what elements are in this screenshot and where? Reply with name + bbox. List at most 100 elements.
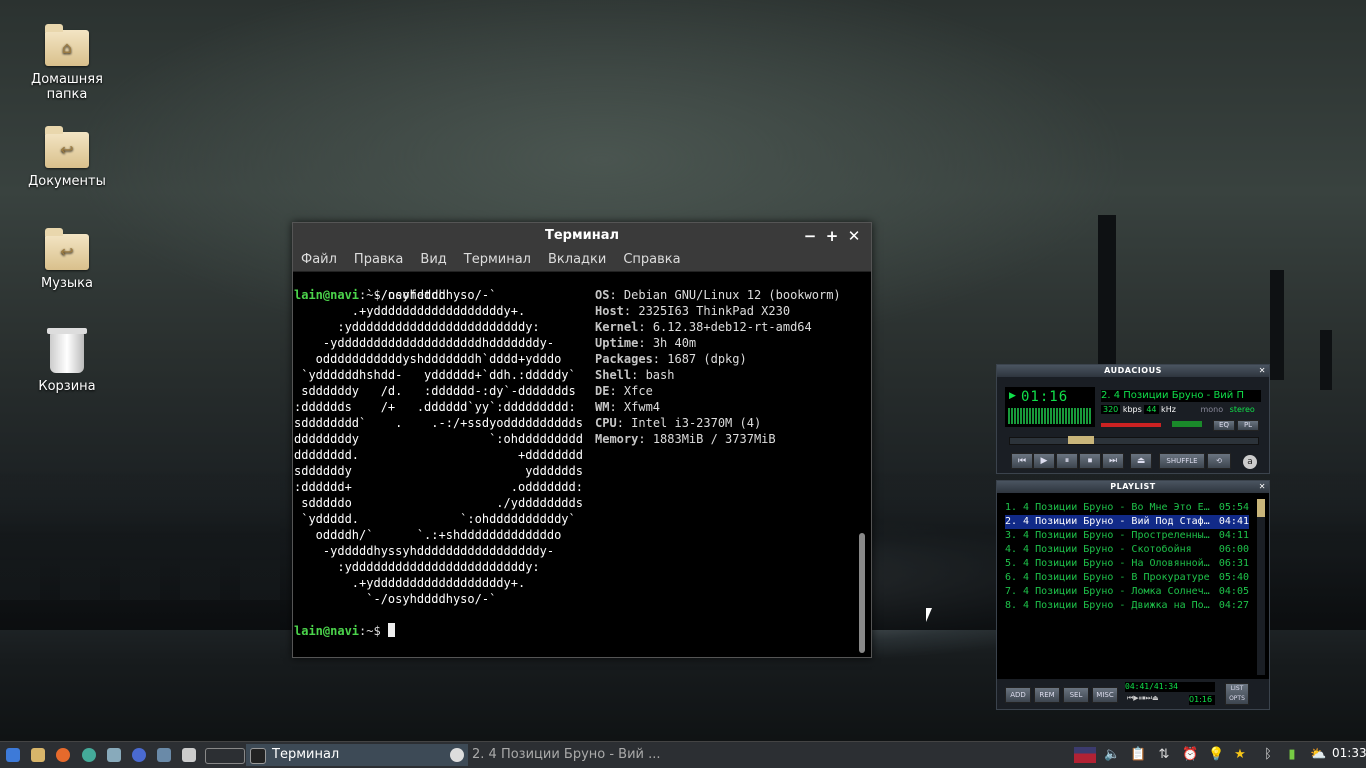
playlist-row[interactable]: 6. 4 Позиции Бруно - В Прокуратуре 05:40 xyxy=(1005,571,1249,585)
playlist-toggle-button[interactable]: PL xyxy=(1237,420,1259,431)
web-browser-icon[interactable] xyxy=(82,748,96,762)
app-icon[interactable] xyxy=(132,748,146,762)
track-title: 3. 4 Позиции Бруно - Простреленны… xyxy=(1005,530,1210,541)
prompt-line[interactable]: lain@navi:~$ xyxy=(294,623,395,639)
audacious-logo-icon[interactable]: a xyxy=(1243,455,1257,469)
maximize-icon[interactable]: + xyxy=(821,223,843,249)
terminal-titlebar[interactable]: Терминал − + ✕ xyxy=(293,223,871,249)
ascii-line: odddddddddddyshdddddddh`dddd+ydddo xyxy=(294,352,562,366)
menu-terminal[interactable]: Терминал xyxy=(464,252,531,267)
play-button[interactable]: ▶ xyxy=(1033,453,1055,469)
audacious-titlebar[interactable]: AUDACIOUS ✕ xyxy=(997,365,1269,377)
settings-icon[interactable] xyxy=(157,748,171,762)
track-title: 4. 4 Позиции Бруно - Скотобойня xyxy=(1005,544,1192,555)
clipboard-icon[interactable]: 📋 xyxy=(1130,747,1146,763)
menu-tabs[interactable]: Вкладки xyxy=(548,252,606,267)
stop-button[interactable]: ⏹ xyxy=(1079,453,1101,469)
file-manager-icon[interactable] xyxy=(31,748,45,762)
playlist-row[interactable]: 3. 4 Позиции Бруно - Простреленны… 04:11 xyxy=(1005,529,1249,543)
system-info-row: Shell: bash xyxy=(595,368,675,382)
battery-icon[interactable]: ▮ xyxy=(1284,747,1300,763)
terminal-output[interactable]: lain@navi:~$ neofetch `-/osyhddddhyso/-`… xyxy=(293,271,854,657)
playlist-titlebar[interactable]: PLAYLIST ✕ xyxy=(997,481,1269,493)
mini-controls[interactable]: ⏮▶⏸⏹⏭⏏ xyxy=(1127,694,1159,703)
ascii-line: `yddddddhshdd- ydddddd+`ddh.:dddddy` xyxy=(294,368,576,382)
xfce-menu-icon[interactable] xyxy=(6,748,20,762)
misc-button[interactable]: MISC xyxy=(1092,687,1118,703)
track-duration: 04:11 xyxy=(1218,530,1249,541)
spectrum-visualizer xyxy=(1008,408,1092,424)
track-duration: 04:05 xyxy=(1218,586,1249,597)
workspace-switcher-icon[interactable] xyxy=(205,748,245,764)
pause-button[interactable]: ⏸ xyxy=(1056,453,1078,469)
window-title: Терминал xyxy=(544,228,619,243)
scrollbar-thumb[interactable] xyxy=(859,533,865,653)
prompt-suffix: :~$ xyxy=(359,624,388,638)
playlist-list[interactable]: 1. 4 Позиции Бруно - Во Мне Это Е… 05:54 2… xyxy=(1005,501,1249,673)
light-bulb-icon[interactable]: 💡 xyxy=(1208,747,1224,763)
terminal-window[interactable]: Терминал − + ✕ Файл Правка Вид Терминал Вкладк… xyxy=(292,222,872,658)
eq-toggle-button[interactable]: EQ xyxy=(1213,420,1235,431)
desktop-icon-documents[interactable]: ↩ Документы xyxy=(17,126,117,189)
track-duration: 05:40 xyxy=(1218,572,1249,583)
menu-file[interactable]: Файл xyxy=(301,252,337,267)
close-icon[interactable]: ✕ xyxy=(1259,365,1266,377)
volume-icon[interactable]: 🔈 xyxy=(1104,747,1120,763)
shuffle-button[interactable]: SHUFFLE xyxy=(1159,453,1205,469)
add-button[interactable]: ADD xyxy=(1005,687,1031,703)
track-title: 7. 4 Позиции Бруно - Ломка Солнеч… xyxy=(1005,586,1210,597)
audacious-main-window[interactable]: AUDACIOUS ✕ ▶ 01:16 2. 4 Позиции Бруно -… xyxy=(996,364,1270,474)
clock[interactable]: 01:33 xyxy=(1332,746,1366,760)
ascii-line: sdddddddd` . .-:/+ssdyodddddddddds xyxy=(294,416,583,430)
eject-button[interactable]: ⏏ xyxy=(1130,453,1152,469)
info-value: 3h 40m xyxy=(652,336,697,350)
desktop-icon-music[interactable]: ↩ Музыка xyxy=(17,228,117,291)
menu-view[interactable]: Вид xyxy=(420,252,446,267)
desktop-icon-trash[interactable]: Корзина xyxy=(17,328,117,394)
weather-icon[interactable]: ⛅ xyxy=(1310,747,1326,763)
balance-slider[interactable] xyxy=(1172,421,1202,427)
audacious-playlist-window[interactable]: PLAYLIST ✕ 1. 4 Позиции Бруно - Во Мне Э… xyxy=(996,480,1270,710)
bluetooth-icon[interactable]: ᛒ xyxy=(1260,747,1276,763)
seek-bar[interactable] xyxy=(1009,436,1259,445)
desktop-icon-home[interactable]: ⌂ Домашняя папка xyxy=(17,24,117,102)
list-opts-button[interactable]: LIST OPTS xyxy=(1225,683,1249,705)
close-icon[interactable]: ✕ xyxy=(1259,481,1266,493)
repeat-button[interactable]: ⟲ xyxy=(1207,453,1231,469)
taskbar-task-terminal[interactable]: Терминал xyxy=(246,744,468,766)
time-display[interactable]: ▶ 01:16 xyxy=(1005,387,1095,427)
system-info-row: WM: Xfwm4 xyxy=(595,400,661,414)
remove-button[interactable]: REM xyxy=(1034,687,1060,703)
terminal-scrollbar[interactable] xyxy=(859,273,867,653)
select-button[interactable]: SEL xyxy=(1063,687,1089,703)
alarm-clock-icon[interactable]: ⏰ xyxy=(1182,747,1198,763)
debian-ascii-logo: `-/osyhddddhyso/-` .+ydddddddddddddddddd… xyxy=(294,287,583,607)
close-icon[interactable]: ✕ xyxy=(843,223,865,249)
playlist-row[interactable]: 7. 4 Позиции Бруно - Ломка Солнеч… 04:05 xyxy=(1005,585,1249,599)
seek-handle[interactable] xyxy=(1068,436,1094,444)
playlist-row[interactable]: 4. 4 Позиции Бруно - Скотобойня 06:00 xyxy=(1005,543,1249,557)
system-info-row: Kernel: 6.12.38+deb12-rt-amd64 xyxy=(595,320,812,334)
playlist-row[interactable]: 8. 4 Позиции Бруно - Движка на По… 04:27 xyxy=(1005,599,1249,613)
ascii-line: `yddddd. `:ohddddddddddy` xyxy=(294,512,576,526)
stereo-indicator: stereo xyxy=(1229,405,1255,414)
playlist-row[interactable]: 1. 4 Позиции Бруно - Во Мне Это Е… 05:54 xyxy=(1005,501,1249,515)
playlist-row[interactable]: 5. 4 Позиции Бруно - На Оловянной… 06:31 xyxy=(1005,557,1249,571)
volume-slider[interactable] xyxy=(1101,423,1161,427)
playlist-row[interactable]: 2. 4 Позиции Бруно - Вий Под Стаф… 04:41 xyxy=(1005,515,1249,529)
minimize-icon[interactable]: − xyxy=(799,223,821,249)
scrollbar-thumb[interactable] xyxy=(1257,499,1265,517)
menu-help[interactable]: Справка xyxy=(623,252,680,267)
keyboard-layout-flag-icon[interactable] xyxy=(1074,747,1096,763)
firefox-icon[interactable] xyxy=(56,748,70,762)
star-icon[interactable]: ★ xyxy=(1232,747,1248,763)
previous-button[interactable]: ⏮ xyxy=(1011,453,1033,469)
playlist-scrollbar[interactable] xyxy=(1257,499,1265,675)
network-icon[interactable]: ⇅ xyxy=(1156,747,1172,763)
editor-icon[interactable] xyxy=(107,748,121,762)
notes-icon[interactable] xyxy=(182,748,196,762)
info-key: Host xyxy=(595,304,624,318)
next-button[interactable]: ⏭ xyxy=(1102,453,1124,469)
menu-edit[interactable]: Правка xyxy=(354,252,403,267)
taskbar-task-audacious[interactable]: 2. 4 Позиции Бруно - Вий ... xyxy=(446,744,672,766)
